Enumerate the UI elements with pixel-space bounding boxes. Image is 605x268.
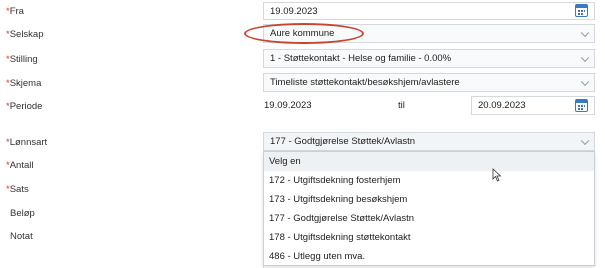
- dropdown-option[interactable]: 178 - Utgiftsdekning støttekontakt: [264, 228, 594, 247]
- skjema-select[interactable]: Timeliste støttekontakt/besøkshjem/avlas…: [263, 73, 595, 92]
- calendar-icon[interactable]: [575, 4, 588, 17]
- selskap-label: *Selskap: [6, 29, 44, 40]
- dropdown-option[interactable]: 172 - Utgiftsdekning fosterhjem: [264, 171, 594, 190]
- fra-date-field[interactable]: 19.09.2023: [263, 2, 595, 20]
- chevron-down-icon: [580, 53, 590, 62]
- dropdown-option[interactable]: 177 - Godtgjørelse Støttek/Avlastn: [264, 209, 594, 228]
- periode-from-value: 19.09.2023: [264, 100, 312, 111]
- periode-til-label: til: [398, 100, 405, 111]
- lonnsart-value: 177 - Godtgjørelse Støttek/Avlastn: [270, 136, 416, 147]
- lonnsart-dropdown-menu[interactable]: Velg en 172 - Utgiftsdekning fosterhjem …: [263, 151, 595, 266]
- stilling-select[interactable]: 1 - Støttekontakt - Helse og familie - 0…: [263, 49, 595, 68]
- antall-label: *Antall: [6, 160, 34, 171]
- chevron-down-icon: [580, 136, 590, 145]
- dropdown-option-placeholder[interactable]: Velg en: [264, 152, 594, 171]
- periode-label: *Periode: [6, 101, 43, 112]
- skjema-label: *Skjema: [6, 78, 42, 89]
- highlight-ellipse: [244, 23, 364, 44]
- chevron-down-icon: [580, 77, 590, 86]
- belop-label: Beløp: [10, 208, 35, 219]
- lonnsart-select[interactable]: 177 - Godtgjørelse Støttek/Avlastn: [263, 132, 595, 151]
- calendar-icon[interactable]: [575, 99, 588, 112]
- mouse-cursor-icon: [492, 168, 502, 182]
- notat-label: Notat: [10, 231, 33, 242]
- stilling-label: *Stilling: [6, 54, 38, 65]
- sats-label: *Sats: [6, 184, 29, 195]
- fra-date-value: 19.09.2023: [270, 5, 318, 17]
- fra-label: *Fra: [6, 6, 24, 17]
- lonnsart-label: *Lønnsart: [6, 137, 48, 148]
- dropdown-option[interactable]: 486 - Utlegg uten mva.: [264, 247, 594, 266]
- dropdown-option[interactable]: 173 - Utgiftsdekning besøkshjem: [264, 190, 594, 209]
- skjema-value: Timeliste støttekontakt/besøkshjem/avlas…: [270, 77, 460, 88]
- chevron-down-icon: [580, 28, 590, 37]
- periode-to-value: 20.09.2023: [478, 100, 526, 111]
- stilling-value: 1 - Støttekontakt - Helse og familie - 0…: [270, 53, 452, 64]
